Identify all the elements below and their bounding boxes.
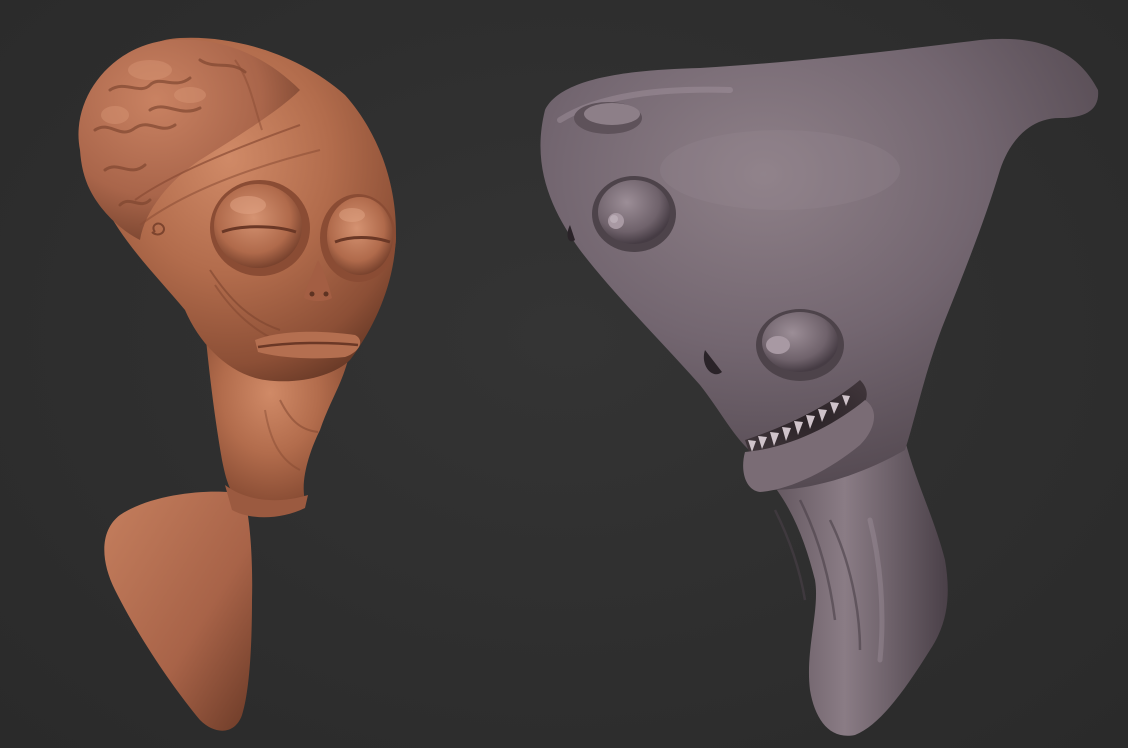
shark-creature-sculpt[interactable] [540, 38, 1099, 736]
sculpt-scene [78, 37, 1099, 736]
shark-lower-eye [756, 309, 844, 381]
shark-upper-eye [592, 176, 676, 252]
alien-left-eye [210, 180, 310, 276]
shark-nostril [574, 102, 642, 134]
alien-pedestal [104, 491, 253, 731]
alien-right-eye [320, 194, 396, 282]
alien-head-sculpt[interactable] [78, 37, 396, 731]
3d-viewport[interactable] [0, 0, 1128, 748]
